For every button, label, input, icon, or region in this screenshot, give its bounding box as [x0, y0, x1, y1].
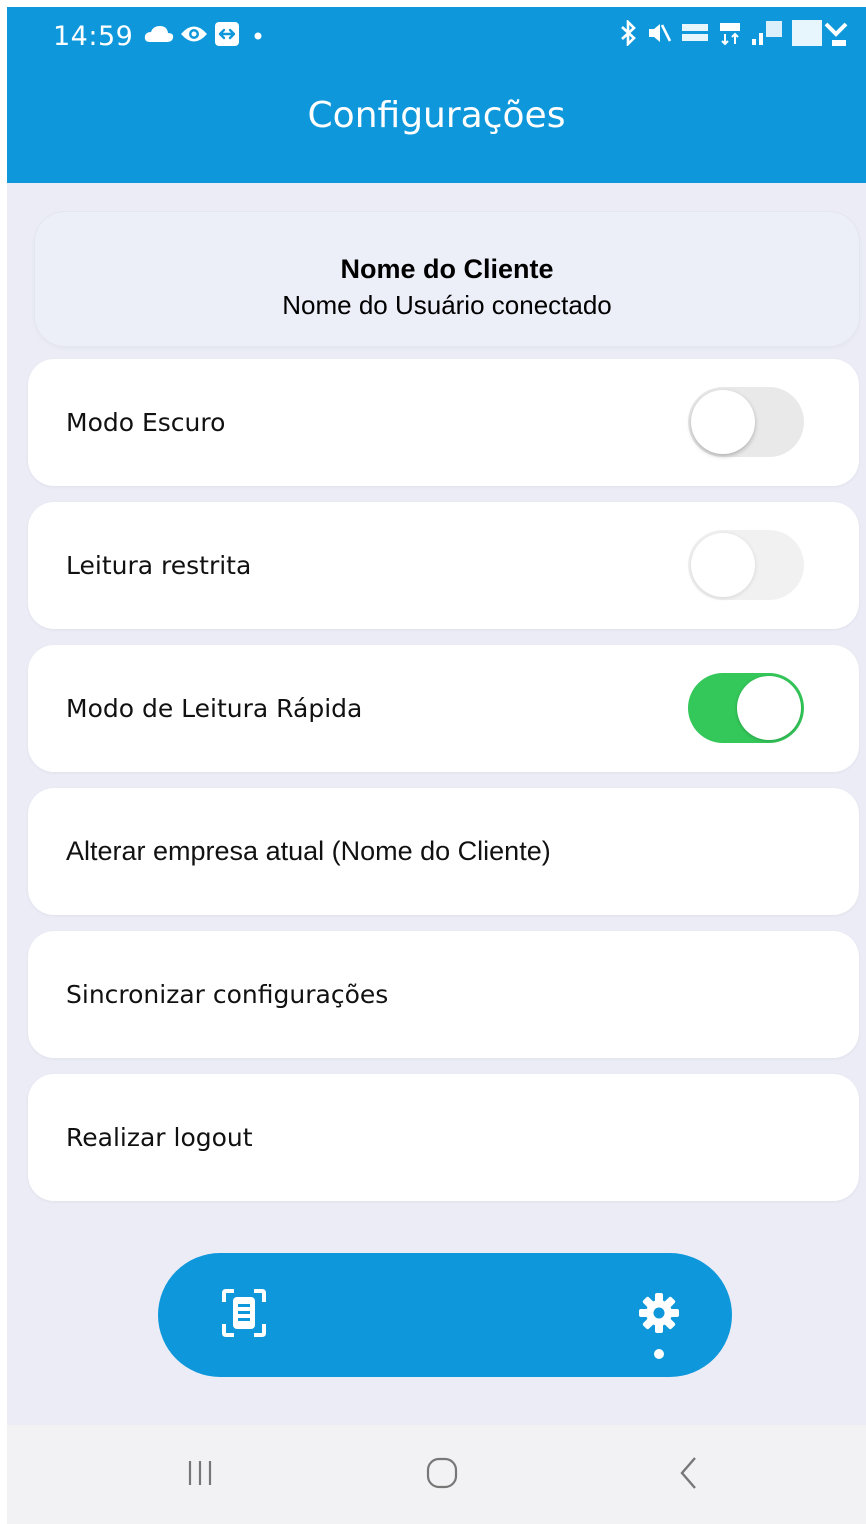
page-title: Configurações: [307, 95, 566, 136]
eye-icon: [180, 23, 208, 49]
status-left-icons: [144, 21, 266, 51]
fast-reading-toggle[interactable]: [688, 673, 804, 743]
system-navigation-bar: [7, 1425, 866, 1524]
recent-apps-icon: [185, 1458, 215, 1492]
active-indicator-dot: [654, 1349, 664, 1359]
setting-row-sync-settings[interactable]: Sincronizar configurações: [28, 931, 859, 1058]
setting-label: Sincronizar configurações: [66, 980, 389, 1009]
scan-nav-button[interactable]: [199, 1253, 289, 1377]
settings-nav-button[interactable]: [614, 1253, 704, 1377]
recent-apps-button[interactable]: [160, 1425, 240, 1524]
toggle-knob: [691, 533, 755, 597]
bluetooth-icon: [618, 18, 638, 50]
setting-row-logout[interactable]: Realizar logout: [28, 1074, 859, 1201]
volte-icon: [680, 20, 710, 50]
dot-icon: [246, 24, 266, 48]
cloud-icon: [144, 24, 174, 48]
client-name: Nome do Cliente: [340, 254, 554, 284]
setting-label: Leitura restrita: [66, 551, 252, 580]
setting-row-fast-reading[interactable]: Modo de Leitura Rápida: [28, 645, 859, 772]
user-name: Nome do Usuário conectado: [282, 290, 612, 320]
gear-icon: [637, 1291, 681, 1339]
setting-row-change-company[interactable]: Alterar empresa atual (Nome do Cliente): [28, 788, 859, 915]
screen-share-icon: [214, 21, 240, 51]
scan-icon: [221, 1288, 267, 1342]
setting-row-restricted-reading[interactable]: Leitura restrita: [28, 502, 859, 629]
home-icon: [425, 1456, 459, 1494]
mute-icon: [646, 20, 672, 50]
settings-screen: 14:59 Configurações Nome do Cliente Nome…: [7, 7, 866, 1524]
setting-label: Alterar empresa atual (Nome do Cliente): [66, 836, 551, 866]
dark-mode-toggle[interactable]: [688, 387, 804, 457]
setting-label: Modo de Leitura Rápida: [66, 694, 363, 723]
battery-icon: [792, 18, 848, 52]
back-button[interactable]: [649, 1425, 729, 1524]
home-button[interactable]: [402, 1425, 482, 1524]
status-time: 14:59: [53, 21, 134, 52]
restricted-reading-toggle[interactable]: [688, 530, 804, 600]
toggle-knob: [691, 390, 755, 454]
profile-card: Nome do Cliente Nome do Usuário conectad…: [35, 212, 859, 346]
status-right-icons: [618, 18, 848, 52]
toggle-knob: [737, 676, 801, 740]
setting-label: Realizar logout: [66, 1123, 253, 1152]
signal-icon: [750, 19, 784, 51]
back-icon: [677, 1455, 701, 1495]
bottom-nav: [158, 1253, 732, 1377]
network-4g-icon: [718, 20, 742, 50]
app-header: 14:59 Configurações: [7, 7, 866, 183]
setting-label: Modo Escuro: [66, 408, 226, 437]
setting-row-dark-mode[interactable]: Modo Escuro: [28, 359, 859, 486]
